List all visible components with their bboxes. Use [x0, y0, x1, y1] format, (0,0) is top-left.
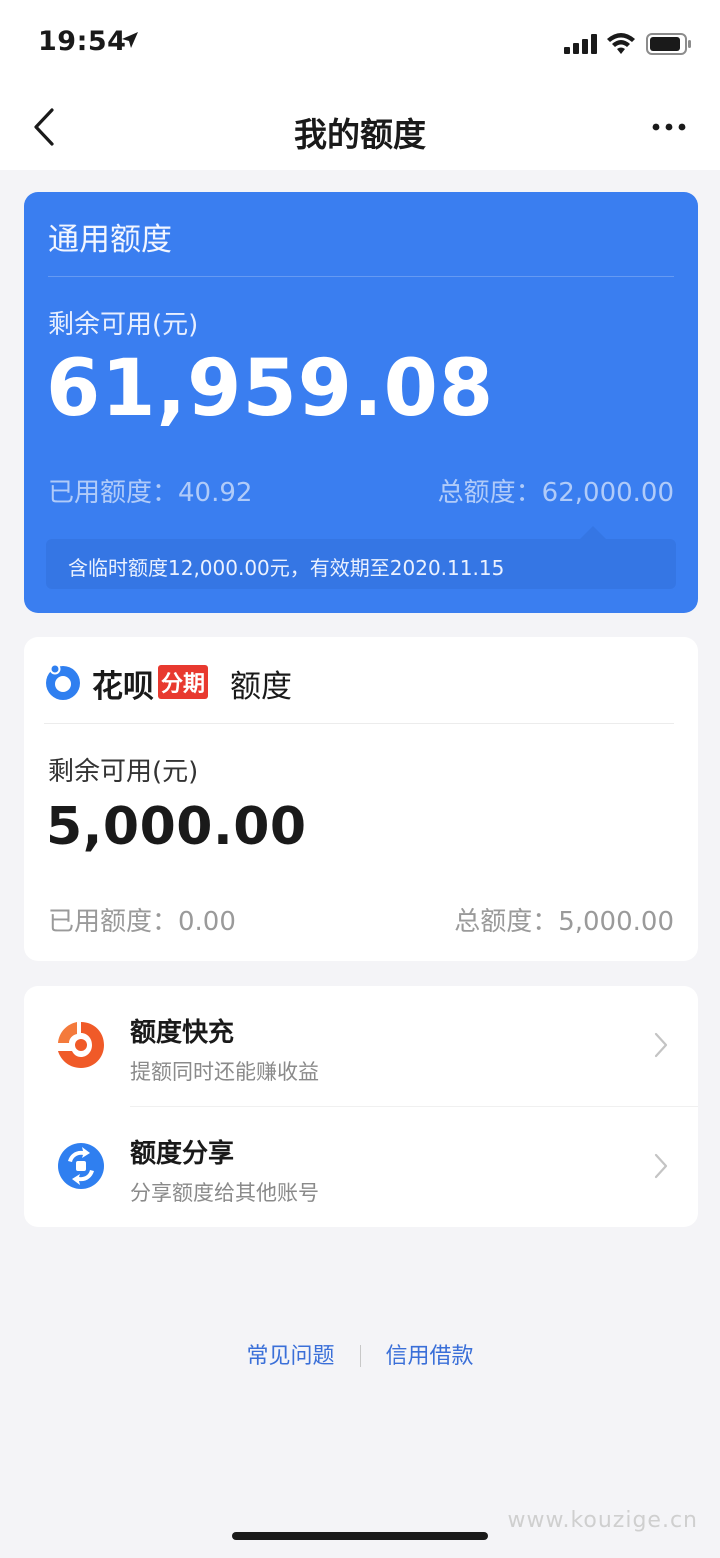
- credit-loan-link[interactable]: 信用借款: [386, 1344, 474, 1369]
- temporary-credit-note: 含临时额度12,000.00元，有效期至2020.11.15: [46, 539, 676, 589]
- chevron-right-icon: [654, 1153, 668, 1183]
- chevron-right-icon: [654, 1032, 668, 1062]
- divider: [48, 276, 674, 277]
- navigation-bar: 我的额度: [0, 90, 720, 170]
- divider: [359, 1345, 361, 1367]
- services-list: 额度快充 提额同时还能赚收益 额度分享 分享额度给其他账号: [24, 986, 698, 1227]
- cellular-signal-icon: [564, 34, 598, 58]
- general-credit-title: 通用额度: [48, 222, 172, 258]
- general-credit-card: 通用额度 剩余可用(元) 61,959.08 已用额度：40.92 总额度：62…: [24, 192, 698, 613]
- status-time: 19:54: [38, 26, 127, 57]
- total-credit: 总额度：5,000.00: [454, 907, 674, 937]
- page-title: 我的额度: [294, 115, 426, 154]
- note-pointer: [580, 526, 606, 539]
- share-credit-icon: [52, 1137, 110, 1195]
- installment-tag: 分期: [158, 665, 209, 699]
- quick-charge-icon: [52, 1016, 110, 1074]
- available-amount: 5,000.00: [46, 797, 307, 857]
- available-label: 剩余可用(元): [48, 310, 199, 340]
- service-title: 额度快充: [130, 1018, 235, 1048]
- status-bar: 19:54: [0, 0, 720, 90]
- footer-links: 常见问题 信用借款: [0, 1338, 720, 1370]
- available-label: 剩余可用(元): [48, 757, 199, 787]
- credit-suffix: 额度: [230, 669, 292, 705]
- more-dots-icon: [652, 123, 686, 131]
- available-amount: 61,959.08: [46, 344, 495, 434]
- total-credit: 总额度：62,000.00: [437, 478, 674, 508]
- service-title: 额度分享: [130, 1139, 235, 1169]
- watermark: www.kouzige.cn: [507, 1508, 698, 1533]
- list-item-share-credit[interactable]: 额度分享 分享额度给其他账号: [24, 1107, 698, 1227]
- service-subtitle: 分享额度给其他账号: [130, 1181, 319, 1205]
- list-item-quick-charge[interactable]: 额度快充 提额同时还能赚收益: [24, 986, 698, 1107]
- service-subtitle: 提额同时还能赚收益: [130, 1060, 319, 1084]
- location-arrow-icon: [121, 31, 139, 53]
- wifi-icon: [606, 31, 636, 59]
- home-indicator[interactable]: [232, 1532, 488, 1540]
- huabei-brand: 花呗: [92, 669, 154, 705]
- faq-link[interactable]: 常见问题: [246, 1344, 334, 1369]
- divider: [44, 723, 674, 724]
- battery-icon: [646, 33, 692, 59]
- used-credit: 已用额度：0.00: [48, 907, 236, 937]
- top-bar: 19:54 我的额度: [0, 0, 720, 170]
- huabei-logo-icon: [44, 663, 82, 705]
- more-button[interactable]: [645, 112, 695, 142]
- huabei-installment-card[interactable]: 花呗 分期 额度 剩余可用(元) 5,000.00 已用额度：0.00 总额度：…: [24, 637, 698, 961]
- used-credit: 已用额度：40.92: [48, 478, 253, 508]
